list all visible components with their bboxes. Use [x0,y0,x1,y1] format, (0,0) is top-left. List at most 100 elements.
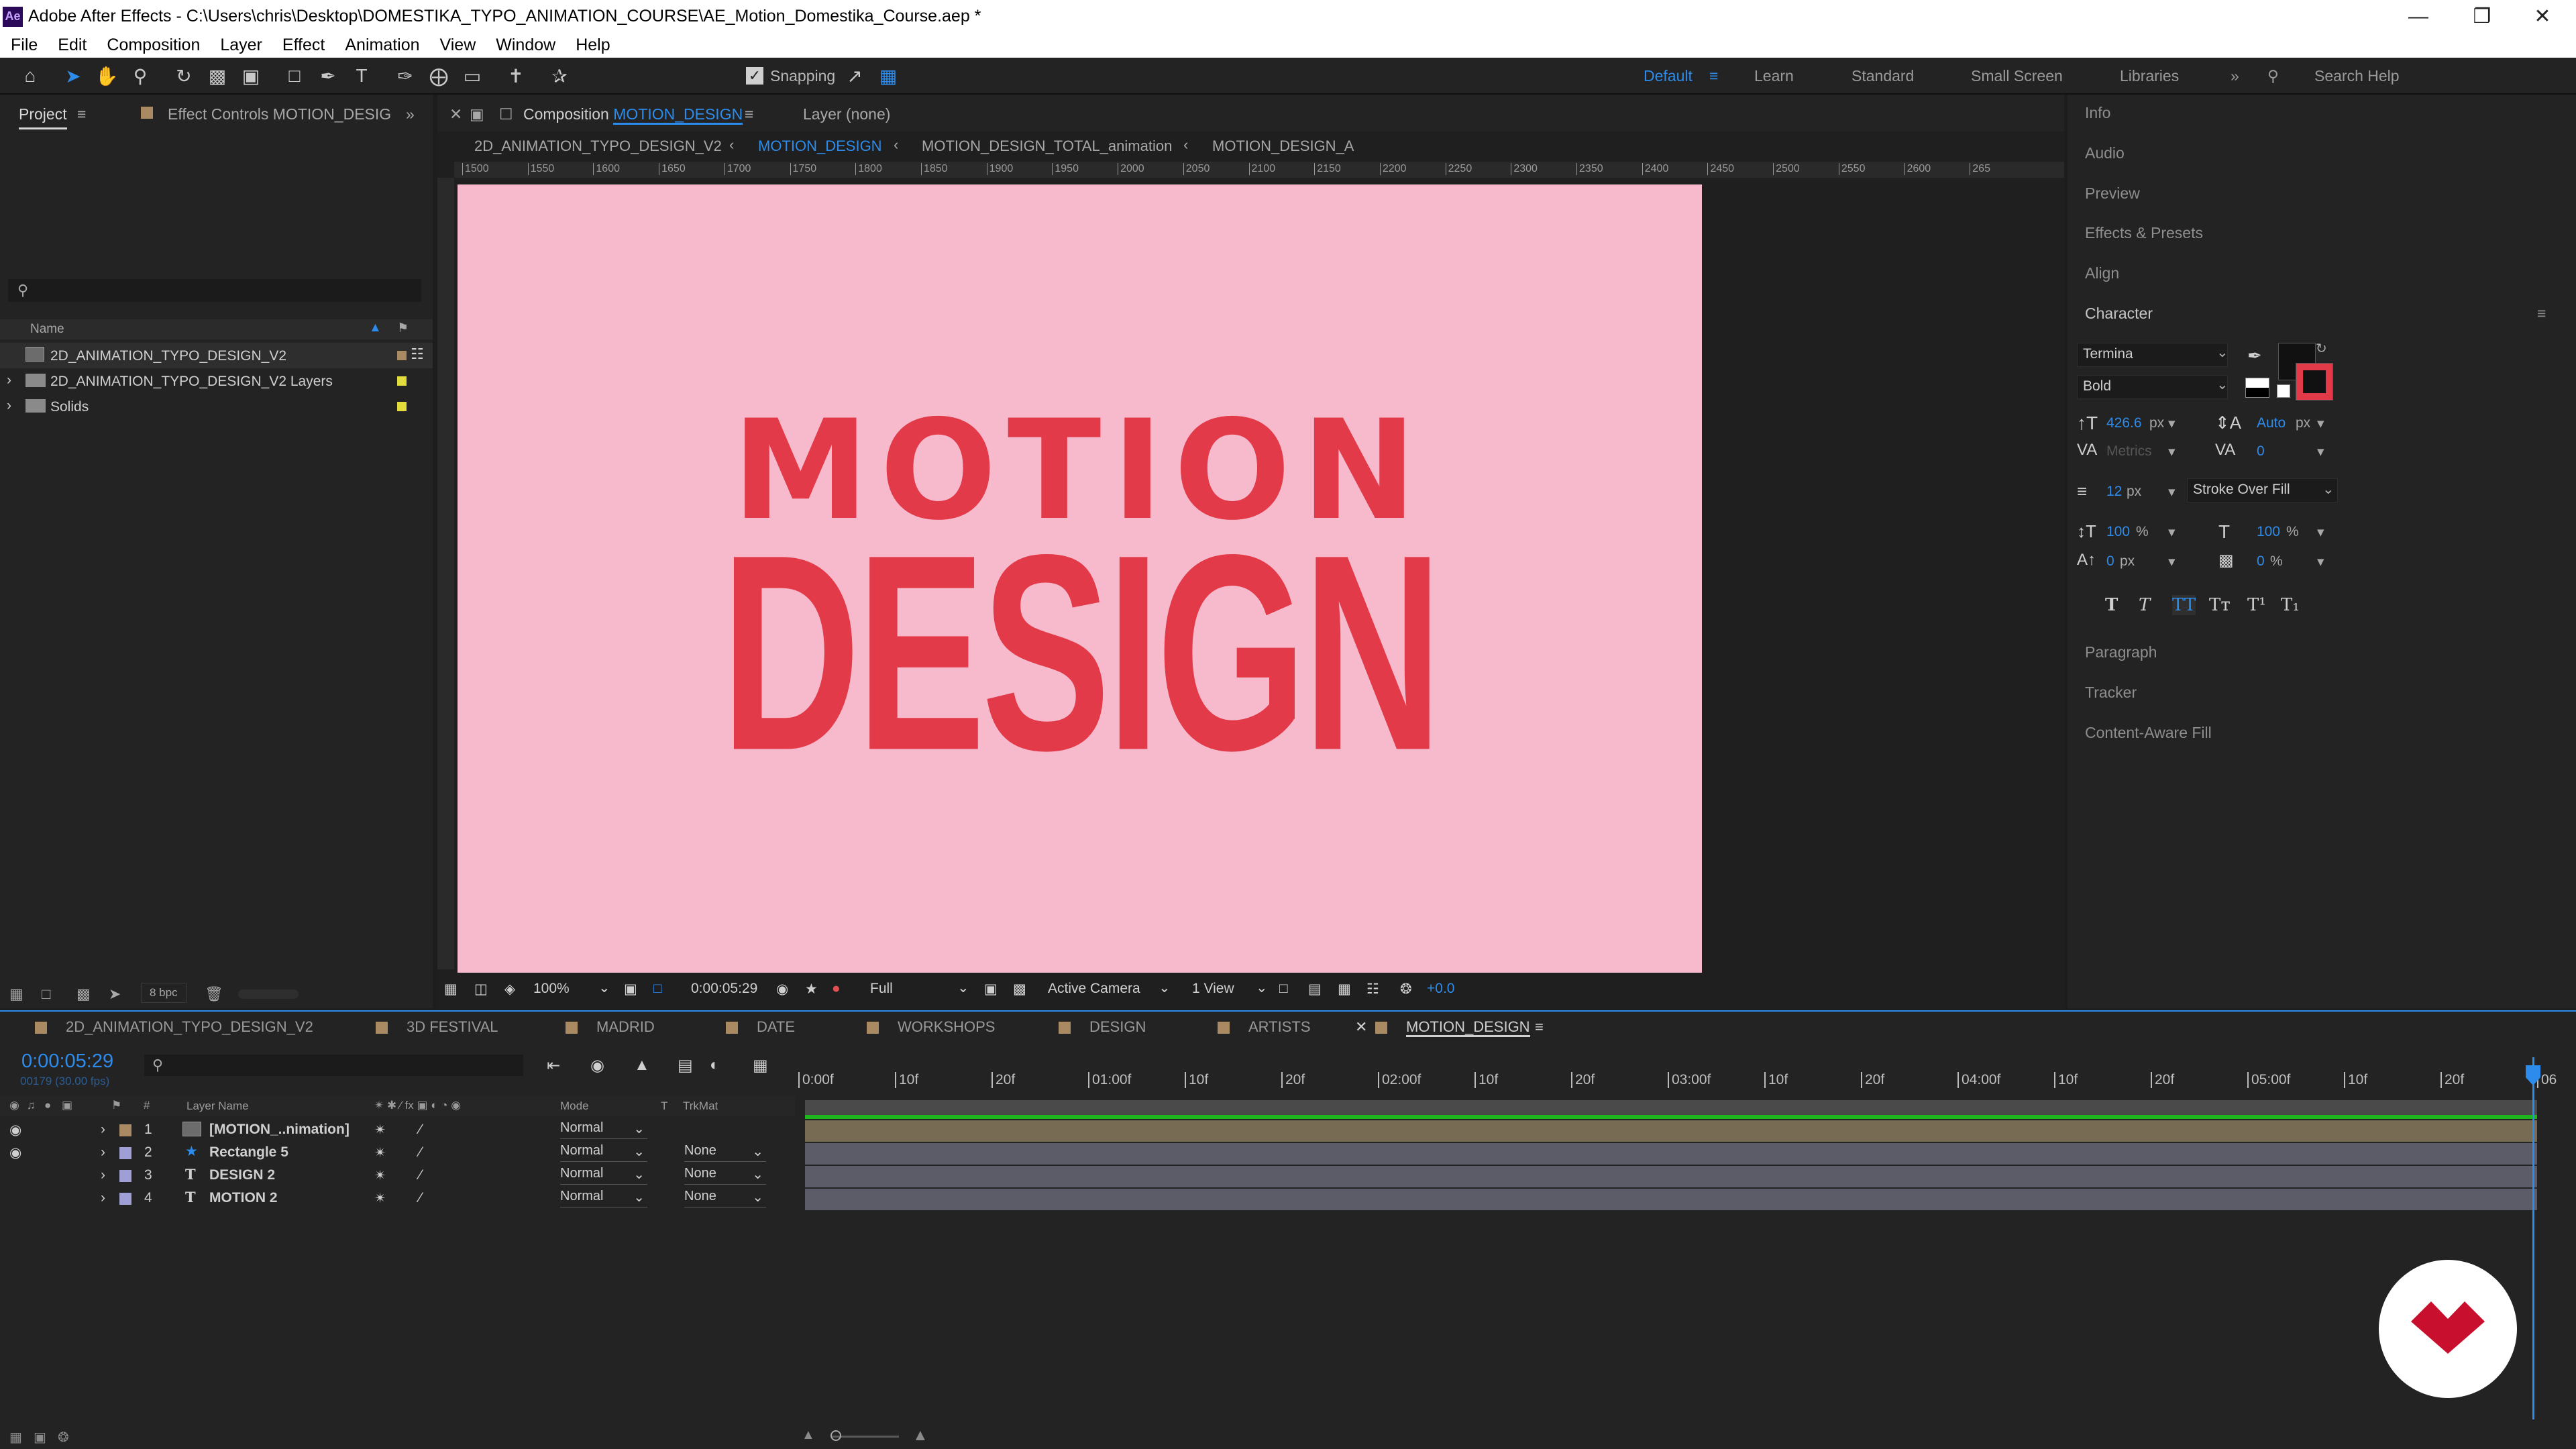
effects-presets-panel-header[interactable]: Effects & Presets [2085,224,2203,242]
camera-tool-icon[interactable]: ▩ [205,63,230,89]
table-row[interactable]: ◉ › 1 [MOTION_..nimation] ✴ ∕ Normal ⌄ [0,1119,795,1142]
tsume-value[interactable]: 0 [2257,553,2265,570]
monitor-icon[interactable]: ◫ [474,981,488,998]
eyedropper-icon[interactable]: ✒ [2247,345,2262,366]
character-panel-header[interactable]: Character [2085,305,2153,323]
graph-editor-icon[interactable]: ▦ [753,1056,768,1075]
quality-switch-icon[interactable]: ∕ [419,1122,422,1138]
timeline-menu-icon[interactable]: ≡ [1535,1018,1544,1036]
tab-timeline-date[interactable]: DATE [726,1018,795,1036]
tab-timeline-2d-animation[interactable]: 2D_ANIMATION_TYPO_DESIGN_V2 [35,1018,313,1036]
tab-timeline-artists[interactable]: ARTISTS [1218,1018,1311,1036]
thumbnail-slider[interactable] [238,989,299,999]
flowchart-icon[interactable]: ☷ [411,345,424,363]
home-icon[interactable]: ⌂ [17,63,43,89]
bpc-button[interactable]: 8 bpc [141,983,186,1003]
mask-visibility-icon[interactable]: ◈ [504,981,515,998]
breadcrumb-item[interactable]: 2D_ANIMATION_TYPO_DESIGN_V2 [474,138,722,155]
breadcrumb-item[interactable]: MOTION_DESIGN [758,138,882,155]
font-size-value[interactable]: 426.6 [2106,415,2142,431]
expand-icon[interactable]: › [101,1122,105,1138]
title-safe-icon[interactable]: □ [653,981,662,997]
table-row[interactable]: ◉ › 2 ★ Rectangle 5 ✴ ∕ Normal ⌄ None ⌄ [0,1142,795,1165]
zoom-slider[interactable] [832,1436,899,1438]
no-fill-swatch[interactable] [2277,384,2290,398]
black-white-swatch[interactable] [2245,378,2269,398]
tab-timeline-design[interactable]: DESIGN [1059,1018,1146,1036]
always-preview-icon[interactable]: ▦ [444,981,458,998]
label-column-icon[interactable]: ⚑ [397,321,409,336]
frame-blending-icon[interactable]: ▤ [678,1056,693,1075]
snap-grid-icon[interactable]: ▦ [875,63,901,89]
work-area-bar[interactable] [805,1100,2537,1115]
table-row[interactable]: › 3 T DESIGN 2 ✴ ∕ Normal ⌄ None ⌄ [0,1165,795,1187]
zoom-select[interactable]: 100% [533,981,570,997]
time-ruler[interactable]: 0:00f 10f 20f 01:00f 10f 20f 02:00f 10f 20f 03:00… [798,1057,2557,1097]
snapping-options-icon[interactable]: ↗ [842,63,867,89]
list-item[interactable]: › 2D_ANIMATION_TYPO_DESIGN_V2 Layers [0,368,433,394]
project-search-input[interactable]: ⚲ [8,279,421,302]
type-tool-icon[interactable]: T [349,63,374,89]
search-help-input[interactable]: Search Help [2314,67,2400,85]
preview-panel-header[interactable]: Preview [2085,184,2140,203]
playhead[interactable] [2532,1057,2534,1419]
layer-bar[interactable] [805,1143,2537,1165]
panel-overflow-icon[interactable]: » [406,105,415,123]
tab-timeline-madrid[interactable]: MADRID [566,1018,655,1036]
minimize-icon[interactable]: — [2392,0,2445,33]
pan-behind-tool-icon[interactable]: ▣ [238,63,264,89]
stroke-width-value[interactable]: 12 [2106,484,2122,500]
paragraph-panel-header[interactable]: Paragraph [2085,643,2157,661]
quality-switch-icon[interactable]: ∕ [419,1167,422,1183]
lock-toggle-icon[interactable]: ☐ [499,105,513,123]
tab-timeline-motion-design[interactable]: MOTION_DESIGN [1375,1018,1530,1037]
menu-layer[interactable]: Layer [220,36,262,55]
interpret-footage-icon[interactable]: ▦ [9,985,23,1003]
label-icon[interactable]: ⚑ [111,1099,121,1112]
shy-switch-icon[interactable]: ✴ [374,1122,386,1138]
label-swatch[interactable] [119,1124,131,1136]
label-swatch[interactable] [397,351,407,360]
close-icon[interactable]: ✕ [2516,0,2569,33]
character-menu-icon[interactable]: ≡ [2537,305,2546,323]
chevron-down-icon[interactable]: ▾ [2317,524,2324,541]
canvas-text-design[interactable]: DESIGN [632,513,1528,792]
new-composition-icon[interactable]: ▩ [76,985,91,1003]
close-tab-icon[interactable]: ✕ [1355,1018,1367,1036]
layer-name[interactable]: Rectangle 5 [209,1144,288,1161]
blend-mode-select[interactable]: Normal ⌄ [560,1166,647,1185]
hand-tool-icon[interactable]: ✋ [94,63,119,89]
channel-icon[interactable]: ● [832,981,841,997]
eye-icon[interactable]: ◉ [9,1122,21,1138]
info-panel-header[interactable]: Info [2085,104,2110,122]
view-layout-select[interactable]: 1 View [1192,981,1234,997]
tracking-value[interactable]: 0 [2257,443,2265,460]
label-swatch[interactable] [119,1147,131,1159]
chevron-down-icon[interactable]: ⌄ [1159,979,1171,996]
expand-icon[interactable]: › [101,1144,105,1161]
menu-edit[interactable]: Edit [58,36,87,55]
audio-panel-header[interactable]: Audio [2085,144,2125,162]
composition-menu-icon[interactable]: ≡ [745,105,753,123]
lock-icon[interactable]: ▣ [470,105,484,123]
chevron-down-icon[interactable]: ▾ [2168,484,2176,500]
tab-timeline-workshops[interactable]: WORKSHOPS [867,1018,995,1036]
current-time-display[interactable]: 0:00:05:29 [21,1051,113,1073]
transparency-grid-icon[interactable]: ▩ [1013,981,1026,998]
menu-composition[interactable]: Composition [107,36,200,55]
zoom-slider-handle[interactable] [830,1430,841,1441]
resolution-select[interactable]: Full [870,981,893,997]
label-swatch[interactable] [119,1193,131,1205]
blend-mode-select[interactable]: Normal ⌄ [560,1120,647,1139]
menu-window[interactable]: Window [496,36,555,55]
new-folder-icon[interactable]: □ [42,985,50,1003]
chevron-down-icon[interactable]: ⌄ [2216,344,2229,361]
reset-exposure-icon[interactable]: ❂ [1400,981,1412,998]
close-tab-icon[interactable]: ✕ [449,105,462,123]
tab-effect-controls[interactable]: Effect Controls MOTION_DESIG [168,105,391,123]
content-aware-fill-panel-header[interactable]: Content-Aware Fill [2085,724,2212,742]
kerning-value[interactable]: Metrics [2106,443,2152,460]
sort-icon[interactable]: ▲ [369,321,382,335]
timeline-icon[interactable]: ▦ [1338,981,1351,998]
exposure-value[interactable]: +0.0 [1427,981,1454,997]
